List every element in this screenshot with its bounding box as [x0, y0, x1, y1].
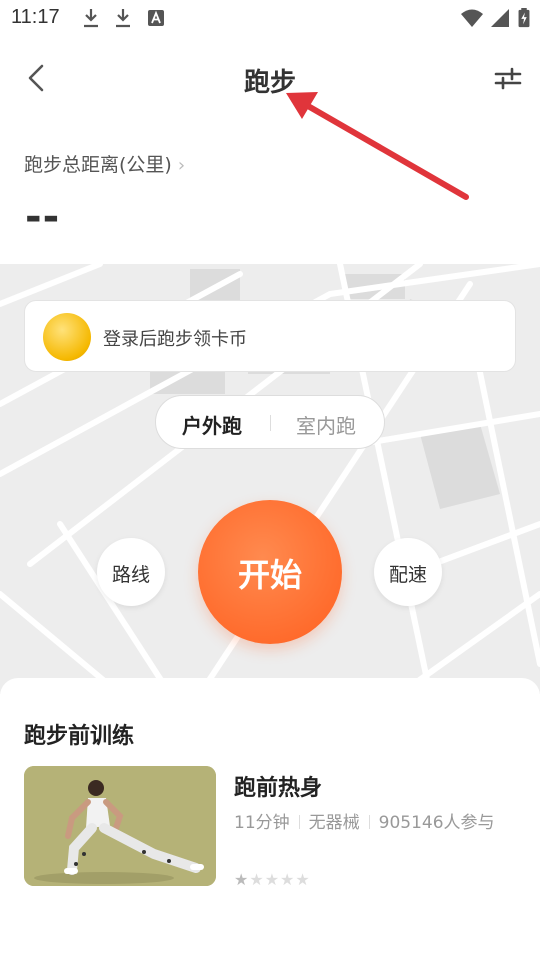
coin-icon [43, 313, 91, 361]
star-icon: ★ [280, 870, 296, 889]
page-title: 跑步 [243, 68, 296, 98]
sliders-icon [494, 67, 522, 90]
status-time: 11:17 [11, 6, 60, 28]
coin-banner-text: 登录后跑步领卡币 [103, 329, 247, 350]
workout-equipment: 无器械 [308, 813, 360, 833]
font-a-icon [148, 10, 164, 26]
workout-duration: 11分钟 [234, 813, 290, 833]
workout-meta: 11分钟 无器械 905146人参与 [234, 808, 495, 833]
workout-thumbnail[interactable] [24, 766, 216, 886]
workout-participants: 905146人参与 [378, 813, 495, 833]
start-button[interactable]: 开始 [198, 500, 342, 644]
distance-value: -- [25, 194, 61, 240]
login-coin-banner[interactable]: 登录后跑步领卡币 [24, 300, 516, 372]
download-icon [116, 9, 130, 28]
distance-label: 跑步总距离(公里) [24, 154, 172, 176]
run-mode-toggle: 户外跑 室内跑 [155, 395, 385, 449]
pre-run-training-section: 跑步前训练 跑前热身 11分钟 无器械 905146人参与 ★★★★★ [0, 678, 540, 960]
signal-icon [491, 9, 509, 27]
divider [270, 415, 271, 431]
tab-outdoor-run[interactable]: 户外跑 [182, 410, 242, 439]
route-button[interactable]: 路线 [97, 538, 165, 606]
chevron-right-icon: › [177, 155, 186, 176]
tab-indoor-run[interactable]: 室内跑 [296, 410, 356, 439]
divider [298, 815, 300, 829]
route-label: 路线 [111, 564, 150, 586]
start-label: 开始 [237, 556, 302, 594]
star-icon: ★ [234, 870, 250, 889]
wifi-icon [461, 9, 483, 27]
workout-title[interactable]: 跑前热身 [234, 770, 322, 802]
star-icon: ★ [295, 870, 311, 889]
pace-label: 配速 [388, 564, 427, 586]
download-icon [84, 9, 98, 28]
star-icon: ★ [264, 870, 281, 889]
settings-button[interactable] [494, 64, 522, 92]
pace-button[interactable]: 配速 [374, 538, 442, 606]
star-icon: ★ [249, 870, 265, 889]
difficulty-rating: ★★★★★ [234, 870, 311, 889]
section-title: 跑步前训练 [24, 724, 135, 749]
nav-header: 跑步 [0, 50, 540, 106]
divider [368, 815, 370, 829]
status-bar: 11:17 [0, 0, 540, 36]
distance-total-link[interactable]: 跑步总距离(公里) › [24, 150, 185, 177]
athlete-image [24, 766, 216, 886]
battery-icon [518, 8, 530, 28]
